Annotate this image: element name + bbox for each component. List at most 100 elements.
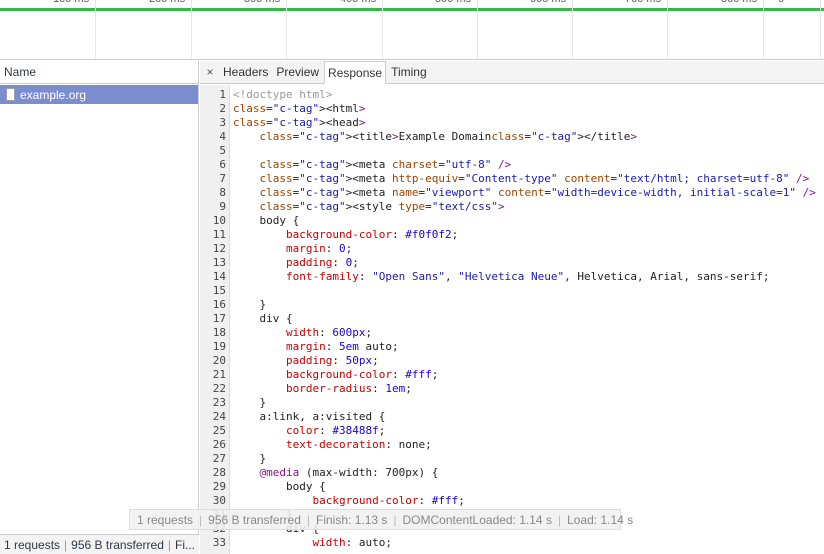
line-content: padding: 0;	[285, 256, 359, 269]
line-number: 12	[212, 242, 226, 255]
line-content: text-decoration: none;	[285, 438, 432, 451]
name-column-header[interactable]: Name	[0, 61, 198, 84]
response-source-viewer[interactable]: 1 <!doctype html> 2 class="c-tag"><html> 3 cl…	[200, 85, 824, 554]
line-number: 13	[212, 256, 226, 269]
summary-separator: |	[557, 512, 562, 527]
line-content: width: auto;	[312, 536, 392, 549]
line-content: class="c-tag"><head>	[233, 116, 366, 129]
line-content: }	[233, 396, 267, 409]
line-number: 30	[212, 494, 226, 507]
line-number: 15	[212, 284, 226, 297]
timeline-tick-label: 800 ms	[721, 0, 757, 5]
tab-preview[interactable]: Preview	[273, 61, 322, 83]
line-number: 2	[219, 102, 226, 115]
timeline-gridline	[382, 0, 383, 59]
request-name: example.org	[20, 87, 87, 102]
line-content: class="c-tag"><meta name="viewport" cont…	[259, 186, 816, 199]
document-icon	[6, 88, 15, 101]
line-number: 19	[212, 340, 226, 353]
line-number: 25	[212, 424, 226, 437]
line-number: 17	[212, 312, 226, 325]
request-detail-pane: × Headers Preview Response Timing 1 <!doc…	[200, 61, 824, 554]
line-content: <!doctype html>	[233, 88, 333, 101]
line-content: class="c-tag"><meta charset="utf-8" />	[259, 158, 512, 171]
line-number: 3	[219, 116, 226, 129]
summary-load: Load: 1.14 s	[567, 512, 634, 527]
line-content: }	[233, 298, 267, 311]
line-number: 4	[219, 130, 226, 143]
line-number: 27	[212, 452, 226, 465]
line-number: 14	[212, 270, 226, 283]
status-transferred: 956 B transferred	[71, 537, 164, 552]
line-content: color: #38488f;	[285, 424, 386, 437]
line-number: 26	[212, 438, 226, 451]
tab-timing[interactable]: Timing	[388, 61, 430, 83]
line-content: body {	[233, 480, 326, 493]
line-content: }	[233, 452, 267, 465]
timeline-tick-label: 9	[778, 0, 784, 5]
summary-separator: |	[393, 512, 397, 527]
timeline-overview[interactable]: 100 ms 200 ms 300 ms 400 ms 500 ms 600 ms 700 …	[0, 0, 824, 60]
timeline-tick-label: 500 ms	[435, 0, 471, 5]
tab-headers[interactable]: Headers	[220, 61, 271, 83]
detail-tab-strip: × Headers Preview Response Timing	[200, 61, 824, 84]
line-number: 5	[219, 144, 226, 157]
line-content: class="c-tag"><style type="text/css">	[259, 200, 505, 213]
line-content: margin: 5em auto;	[285, 340, 399, 353]
line-content: background-color: #f0f0f2;	[285, 228, 459, 241]
summary-separator: |	[199, 512, 203, 527]
line-content: width: 600px;	[285, 326, 373, 339]
line-number: 8	[219, 186, 226, 199]
request-row-example-org[interactable]: example.org	[0, 85, 198, 104]
status-finish: Fi...	[175, 537, 196, 552]
line-number: 21	[212, 368, 226, 381]
line-content: background-color: #fff;	[285, 368, 439, 381]
summary-separator: |	[306, 512, 311, 527]
line-content: font-family: "Open Sans", "Helvetica Neu…	[285, 270, 770, 283]
line-content: class="c-tag"><title>Example Domainclass…	[259, 130, 638, 143]
summary-transferred: 956 B transferred	[208, 512, 301, 527]
line-number: 10	[212, 214, 226, 227]
timeline-gridline	[286, 0, 287, 59]
line-number: 20	[212, 354, 226, 367]
line-number: 33	[212, 536, 226, 549]
line-number: 18	[212, 326, 226, 339]
summary-finish: Finish: 1.13 s	[316, 512, 388, 527]
network-status-bar: 1 requests | 956 B transferred | Fi...	[0, 534, 199, 554]
line-number: 28	[212, 466, 226, 479]
line-number: 29	[212, 480, 226, 493]
line-number: 22	[212, 382, 226, 395]
line-content: class="c-tag"><meta http-equiv="Content-…	[259, 172, 810, 185]
timeline-request-bar	[0, 8, 824, 11]
line-content: margin: 0;	[285, 242, 353, 255]
request-list-pane: Name example.org 1 requests | 956 B tran…	[0, 61, 199, 554]
line-number: 6	[219, 158, 226, 171]
tab-response[interactable]: Response	[324, 61, 387, 84]
timeline-tick-label: 100 ms	[53, 0, 89, 5]
timeline-gridline	[191, 0, 192, 59]
summary-requests: 1 requests	[137, 512, 194, 527]
timeline-tick-label: 700 ms	[625, 0, 661, 5]
line-number: 7	[219, 172, 226, 185]
timeline-gridline	[667, 0, 668, 59]
line-content: a:link, a:visited {	[233, 410, 386, 423]
line-number: 9	[219, 200, 226, 213]
line-number: 1	[219, 88, 226, 101]
line-content: @media (max-width: 700px) {	[259, 466, 439, 479]
timeline-gridline	[820, 0, 821, 59]
close-icon[interactable]: ×	[200, 61, 220, 83]
status-separator: |	[167, 537, 172, 552]
status-requests: 1 requests	[4, 537, 61, 552]
line-content: div {	[233, 312, 293, 325]
line-number: 24	[212, 410, 226, 423]
line-number: 23	[212, 396, 226, 409]
status-separator: |	[64, 537, 68, 552]
timeline-gridline	[763, 0, 764, 59]
timeline-tick-label: 200 ms	[149, 0, 185, 5]
line-content: padding: 50px;	[285, 354, 379, 367]
line-content: background-color: #fff;	[312, 494, 465, 507]
line-number: 16	[212, 298, 226, 311]
timeline-gridline	[572, 0, 573, 59]
network-summary-overlay: 1 requests | 956 B transferred | Finish:…	[129, 509, 633, 530]
line-content: border-radius: 1em;	[285, 382, 412, 395]
